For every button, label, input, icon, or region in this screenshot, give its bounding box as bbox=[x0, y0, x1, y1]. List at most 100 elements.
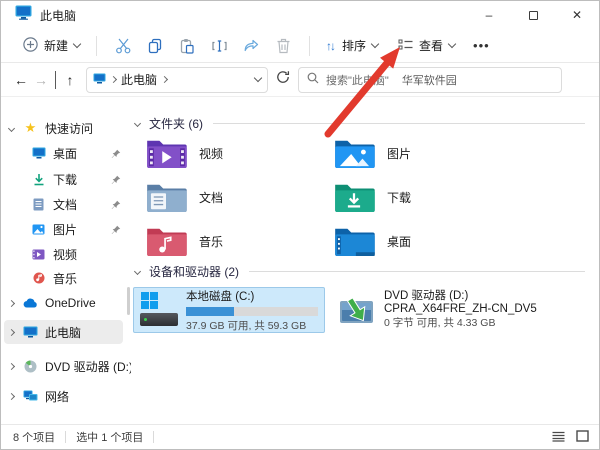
folder-tile-downloads[interactable]: 下载 bbox=[329, 177, 511, 217]
section-chevron-icon[interactable] bbox=[134, 119, 141, 126]
search-icon bbox=[307, 72, 319, 87]
pin-icon bbox=[111, 174, 121, 188]
folder-tile-desktop[interactable]: 桌面 bbox=[329, 221, 511, 261]
cut-button[interactable] bbox=[107, 34, 139, 58]
expand-chevron-icon[interactable] bbox=[8, 124, 15, 131]
rename-button[interactable] bbox=[203, 34, 235, 58]
file-explorer-window: 此电脑 – ✕ 新建 bbox=[0, 0, 600, 450]
pin-icon bbox=[111, 148, 121, 162]
sidebar-item-desktop[interactable]: 桌面 bbox=[1, 141, 131, 165]
sort-button[interactable]: ↑↓ 排序 bbox=[320, 33, 384, 58]
view-list-icon bbox=[398, 38, 413, 54]
search-input[interactable]: 搜索"此电脑" 华军软件园 bbox=[298, 67, 562, 93]
sidebar-item-videos[interactable]: 视频 bbox=[1, 242, 131, 266]
drive-name: DVD 驱动器 (D:) bbox=[384, 290, 537, 304]
documents-folder-icon bbox=[145, 181, 187, 213]
sidebar-item-network[interactable]: 网络 bbox=[1, 384, 131, 408]
download-icon bbox=[31, 173, 46, 186]
this-pc-icon bbox=[93, 73, 106, 87]
sort-button-label: 排序 bbox=[342, 37, 366, 54]
downloads-folder-icon bbox=[333, 181, 375, 213]
devices-section-header[interactable]: 设备和驱动器 (2) bbox=[135, 261, 585, 281]
drive-volume-label: CPRA_X64FRE_ZH-CN_DV5 bbox=[384, 303, 537, 317]
details-view-toggle[interactable] bbox=[552, 431, 565, 445]
sidebar-item-this-pc[interactable]: 此电脑 bbox=[4, 320, 123, 344]
view-button-label: 查看 bbox=[419, 37, 443, 54]
chevron-down-icon bbox=[371, 40, 379, 48]
sidebar-item-onedrive[interactable]: OneDrive bbox=[1, 291, 131, 315]
status-divider bbox=[65, 431, 66, 443]
maximize-button[interactable] bbox=[511, 1, 555, 29]
folder-tile-documents[interactable]: 文档 bbox=[141, 177, 323, 217]
icons-view-toggle[interactable] bbox=[576, 430, 589, 445]
view-button[interactable]: 查看 bbox=[392, 33, 461, 58]
maximize-icon bbox=[529, 11, 538, 20]
forward-button[interactable]: → bbox=[31, 72, 51, 88]
drive-tile-local-disk-c[interactable]: 本地磁盘 (C:) 37.9 GB 可用, 共 59.3 GB bbox=[133, 287, 325, 333]
window-title: 此电脑 bbox=[40, 7, 76, 24]
title-bar: 此电脑 – ✕ bbox=[1, 1, 599, 29]
video-icon bbox=[31, 249, 46, 260]
copy-button[interactable] bbox=[139, 34, 171, 58]
close-button[interactable]: ✕ bbox=[555, 1, 599, 29]
address-dropdown-chevron-icon[interactable] bbox=[254, 74, 262, 82]
music-icon bbox=[31, 272, 46, 284]
more-options-button[interactable]: ••• bbox=[473, 38, 490, 53]
command-toolbar: 新建 ↑↓ 排序 查看 bbox=[1, 29, 599, 63]
share-button[interactable] bbox=[235, 34, 267, 58]
collapse-chevron-icon[interactable] bbox=[8, 328, 15, 335]
folder-tile-music[interactable]: 音乐 bbox=[141, 221, 323, 261]
sidebar-item-quick-access[interactable]: ★ 快速访问 bbox=[1, 116, 131, 140]
search-placeholder: 搜索"此电脑" bbox=[326, 72, 389, 88]
up-button[interactable]: ↑ bbox=[60, 72, 80, 88]
this-pc-icon bbox=[15, 5, 32, 25]
sidebar-item-downloads[interactable]: 下载 bbox=[1, 167, 131, 191]
chevron-down-icon bbox=[448, 40, 456, 48]
folders-section-header[interactable]: 文件夹 (6) bbox=[135, 113, 585, 133]
sidebar-item-dvd-drive[interactable]: DVD 驱动器 (D:) CPRA_X64FRE_ZH-CN_DV5 bbox=[1, 354, 131, 378]
new-button-label: 新建 bbox=[44, 37, 68, 54]
watermark-text: 华军软件园 bbox=[402, 72, 457, 88]
music-folder-icon bbox=[145, 225, 187, 257]
address-bar[interactable]: 此电脑 bbox=[86, 67, 268, 93]
toolbar-divider bbox=[309, 36, 310, 56]
sidebar-scrollbar-thumb[interactable] bbox=[127, 287, 130, 315]
sidebar-item-documents[interactable]: 文档 bbox=[1, 192, 131, 216]
pictures-folder-icon bbox=[333, 137, 375, 169]
recent-locations-chevron-icon[interactable] bbox=[55, 71, 56, 89]
address-row: ← → ↑ 此电脑 搜索"此电脑" 华军软件园 bbox=[1, 63, 599, 97]
item-count: 8 个项目 bbox=[13, 429, 55, 445]
folder-tile-pictures[interactable]: 图片 bbox=[329, 133, 511, 173]
star-icon: ★ bbox=[23, 120, 38, 136]
sidebar-item-pictures[interactable]: 图片 bbox=[1, 217, 131, 241]
status-bar: 8 个项目 选中 1 个项目 bbox=[1, 424, 599, 449]
onedrive-cloud-icon bbox=[23, 298, 38, 308]
collapse-chevron-icon[interactable] bbox=[8, 392, 15, 399]
collapse-chevron-icon[interactable] bbox=[8, 362, 15, 369]
share-icon bbox=[243, 38, 260, 54]
section-chevron-icon[interactable] bbox=[134, 267, 141, 274]
folder-tile-videos[interactable]: 视频 bbox=[141, 133, 323, 173]
network-icon bbox=[23, 390, 38, 402]
sort-arrows-icon: ↑↓ bbox=[326, 39, 334, 53]
back-button[interactable]: ← bbox=[11, 72, 31, 88]
paste-button[interactable] bbox=[171, 34, 203, 58]
paste-icon bbox=[179, 38, 195, 54]
navigation-pane: ★ 快速访问 桌面 下载 文档 图片 视频 音乐 bbox=[1, 97, 131, 424]
cut-icon bbox=[115, 38, 132, 54]
dvd-drive-icon bbox=[339, 294, 375, 326]
refresh-button[interactable] bbox=[276, 70, 290, 89]
breadcrumb-chevron-icon bbox=[161, 76, 168, 83]
hard-disk-icon bbox=[140, 292, 177, 328]
plus-circle-icon bbox=[23, 37, 38, 55]
collapse-chevron-icon[interactable] bbox=[8, 299, 15, 306]
sidebar-item-music[interactable]: 音乐 bbox=[1, 266, 131, 290]
delete-button[interactable] bbox=[267, 34, 299, 58]
rename-icon bbox=[211, 38, 228, 54]
new-button[interactable]: 新建 bbox=[17, 33, 86, 59]
breadcrumb-location[interactable]: 此电脑 bbox=[121, 71, 157, 88]
drive-tile-dvd-d[interactable]: DVD 驱动器 (D:) CPRA_X64FRE_ZH-CN_DV5 0 字节 … bbox=[333, 287, 589, 333]
minimize-button[interactable]: – bbox=[467, 1, 511, 29]
status-divider bbox=[153, 431, 154, 443]
pin-icon bbox=[111, 199, 121, 213]
